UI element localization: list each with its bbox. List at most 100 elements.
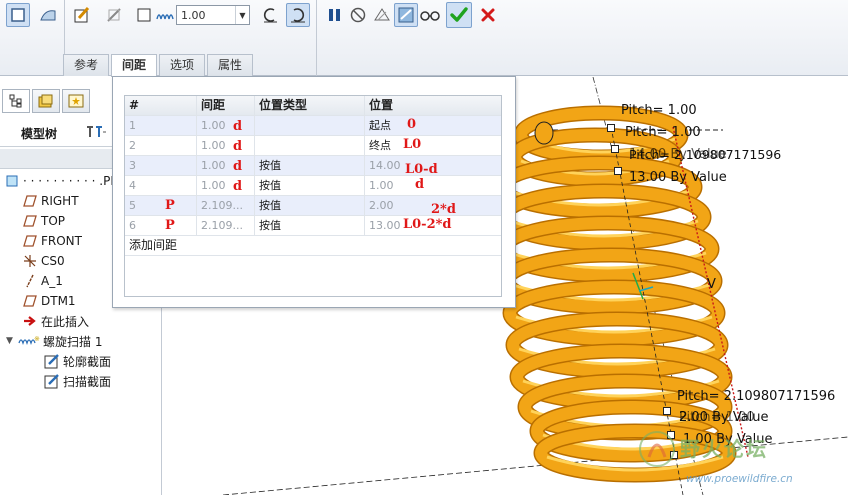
tree-node-label: · · · · · · · · · · .PR <box>23 174 119 188</box>
pitch-point-handle[interactable] <box>663 407 671 415</box>
tree-node-front[interactable]: FRONT <box>22 232 82 250</box>
add-spacing-label[interactable]: 添加间距 <box>125 236 501 256</box>
pitch-value-select[interactable]: 1.00 ▼ <box>176 5 250 25</box>
row-location-value[interactable]: 1.00 <box>365 176 501 196</box>
tree-node-sweep-section[interactable]: 扫描截面 <box>44 372 111 390</box>
tree-node-label: RIGHT <box>41 194 79 208</box>
tab-properties[interactable]: 属性 <box>207 54 254 76</box>
sketch-icon <box>44 373 60 389</box>
verify-mode-icon[interactable] <box>394 3 418 27</box>
position-label-top-1[interactable]: 14.00 By Value <box>629 147 727 162</box>
row-pitch-value[interactable]: 1.00 <box>197 156 255 176</box>
confirm-checkmark-icon[interactable] <box>446 2 472 28</box>
part-icon <box>4 173 20 189</box>
row-pitch-value[interactable]: 1.00 <box>197 176 255 196</box>
tree-node-label: FRONT <box>41 234 82 248</box>
datum-plane-icon <box>22 193 38 209</box>
sketch-icon <box>44 353 60 369</box>
handwritten-position-note: 0 <box>407 117 417 132</box>
row-location-value[interactable]: 起点 <box>365 116 501 136</box>
spacing-table: # 间距 位置类型 位置 1 1.00 起点 d 0 2 1.00 终点 d L0 3 1.00 按值 1… <box>124 95 502 297</box>
chevron-down-icon[interactable]: ▼ <box>235 6 249 24</box>
table-row[interactable]: 5 2.109... 按值 2.00 P 2*d <box>125 196 501 217</box>
sketch-section-icon[interactable] <box>70 3 94 27</box>
tree-node-part[interactable]: · · · · · · · · · · .PR <box>4 172 119 190</box>
tab-references[interactable]: 参考 <box>63 54 110 76</box>
spring-end-cap <box>534 121 554 145</box>
col-header-pitch: 间距 <box>197 96 255 116</box>
tree-node-cs0[interactable]: CS0 <box>22 252 65 270</box>
add-spacing-row[interactable]: 添加间距 <box>125 236 501 256</box>
tree-node-label: 在此插入 <box>41 314 90 329</box>
tree-node-label: DTM1 <box>41 294 76 308</box>
thicken-icon[interactable] <box>132 3 156 27</box>
row-location-type[interactable] <box>255 116 365 136</box>
row-pitch-value[interactable]: 1.00 <box>197 116 255 136</box>
row-location-type[interactable]: 按值 <box>255 216 365 236</box>
row-location-type[interactable]: 按值 <box>255 196 365 216</box>
feature-ribbon: 1.00 ▼ 参考 间距 选项 属性 <box>0 0 848 77</box>
tree-settings-icon[interactable] <box>84 123 106 142</box>
row-number[interactable]: 6 <box>125 216 197 236</box>
model-tree-tab[interactable] <box>2 89 30 113</box>
pitch-label-top-1[interactable]: Pitch= 1.00 <box>621 103 697 118</box>
folder-browser-tab[interactable] <box>32 89 60 113</box>
table-row[interactable]: 6 2.109... 按值 13.00 P L0-2*d <box>125 216 501 236</box>
helical-sweep-icon: ※ <box>18 333 40 349</box>
row-location-value[interactable]: 终点 <box>365 136 501 156</box>
tree-node-insert-here[interactable]: 在此插入 <box>22 312 89 330</box>
handwritten-pitch-note: d <box>233 139 243 154</box>
tree-node-right[interactable]: RIGHT <box>22 192 79 210</box>
handwritten-position-note: d <box>415 177 425 192</box>
datum-plane-icon <box>22 293 38 309</box>
collapse-arrow-icon[interactable]: ▼ <box>6 336 18 346</box>
glasses-preview-icon[interactable] <box>418 3 442 27</box>
pitch-point-handle[interactable] <box>614 167 622 175</box>
tree-node-a1[interactable]: A_1 <box>22 272 63 290</box>
table-row[interactable]: 2 1.00 终点 d L0 <box>125 136 501 156</box>
pitch-label-bottom-1[interactable]: Pitch= 2.109807171596 <box>677 389 835 404</box>
tab-spacing[interactable]: 间距 <box>111 54 158 77</box>
row-number[interactable]: 3 <box>125 156 197 176</box>
row-location-type[interactable] <box>255 136 365 156</box>
geometry-preview-icon[interactable] <box>370 3 394 27</box>
tree-node-top[interactable]: TOP <box>22 212 65 230</box>
remove-material-icon[interactable] <box>102 3 126 27</box>
handwritten-position-note: 2*d <box>431 202 456 217</box>
table-row[interactable]: 3 1.00 按值 14.00 d L0-d <box>125 156 501 177</box>
row-pitch-value[interactable]: 1.00 <box>197 136 255 156</box>
right-handed-icon[interactable] <box>286 3 310 27</box>
cancel-x-icon[interactable] <box>476 3 500 27</box>
row-number[interactable]: 2 <box>125 136 197 156</box>
surface-icon[interactable] <box>36 3 60 27</box>
row-pitch-value[interactable]: 2.109... <box>197 196 255 216</box>
row-number[interactable]: 1 <box>125 116 197 136</box>
tree-node-helical-sweep[interactable]: ▼ ※ 螺旋扫描 1 <box>6 332 102 350</box>
tab-options[interactable]: 选项 <box>159 54 206 76</box>
pitch-point-handle[interactable] <box>607 124 615 132</box>
solid-icon[interactable] <box>6 3 30 27</box>
table-row[interactable]: 1 1.00 起点 d 0 <box>125 116 501 136</box>
tree-node-dtm1[interactable]: DTM1 <box>22 292 76 310</box>
pitch-label-bottom-2[interactable]: Pitch= 1.00 <box>679 410 755 425</box>
watermark-logo-icon <box>639 431 675 467</box>
row-pitch-value[interactable]: 2.109... <box>197 216 255 236</box>
row-location-type[interactable]: 按值 <box>255 176 365 196</box>
tree-node-profile-section[interactable]: 轮廓截面 <box>44 352 111 370</box>
handwritten-pitch-note: P <box>165 218 175 233</box>
handwritten-pitch-note: d <box>233 119 243 134</box>
tree-node-label: A_1 <box>41 274 63 288</box>
col-header-location-type: 位置类型 <box>255 96 365 116</box>
pitch-point-handle[interactable] <box>611 145 619 153</box>
left-handed-icon[interactable] <box>258 3 282 27</box>
handwritten-position-note: L0-d <box>405 162 438 177</box>
row-number[interactable]: 5 <box>125 196 197 216</box>
favorites-tab[interactable] <box>62 89 90 113</box>
no-preview-icon[interactable] <box>346 3 370 27</box>
pitch-label-top-2[interactable]: Pitch= 1.00 <box>625 125 701 140</box>
pause-icon[interactable] <box>322 3 346 27</box>
position-label-top-2[interactable]: 13.00 By Value <box>629 170 727 185</box>
table-row[interactable]: 4 1.00 按值 1.00 d d <box>125 176 501 196</box>
row-location-type[interactable]: 按值 <box>255 156 365 176</box>
row-number[interactable]: 4 <box>125 176 197 196</box>
